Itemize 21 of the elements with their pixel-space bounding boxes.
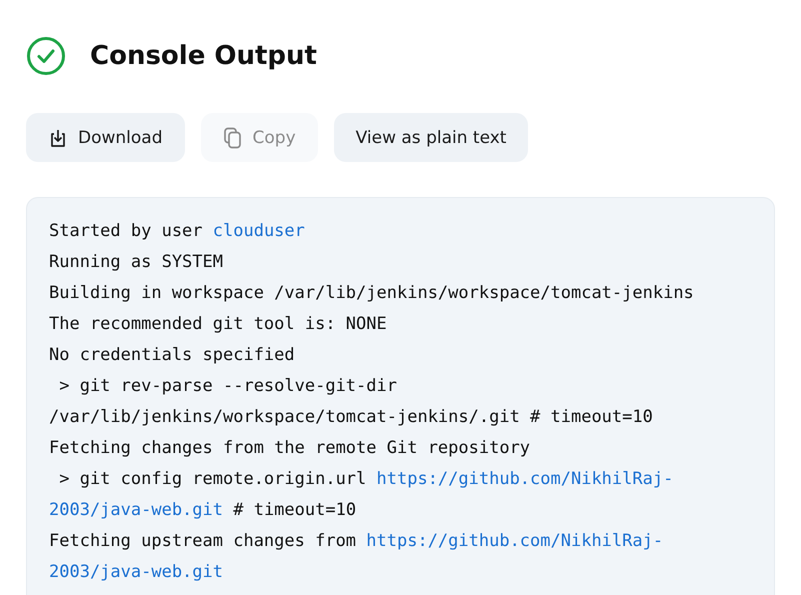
console-text: Fetching changes from the remote Git repository	[49, 438, 530, 458]
console-text: Started by user	[49, 221, 204, 241]
page-title: Console Output	[90, 41, 317, 71]
console-text: Running as SYSTEM	[49, 252, 223, 272]
download-icon	[48, 128, 68, 148]
console-text: > git rev-parse --resolve-git-dir	[58, 376, 397, 396]
console-text: > git config remote.origin.url	[58, 469, 368, 489]
console-text: Building in workspace /var/lib/jenkins/workspace/tomcat-jenkins	[49, 283, 694, 303]
console-text: /var/lib/jenkins/workspace/tomcat-jenkins/.git # timeout=10	[49, 407, 653, 427]
console-text: Fetching upstream changes from	[49, 531, 358, 551]
console-link[interactable]: 2003/java-web.git	[49, 562, 223, 582]
action-button[interactable]: Download	[26, 113, 185, 162]
console-text: No credentials specified	[49, 345, 295, 365]
copy-icon	[222, 126, 243, 148]
action-button[interactable]: View as plain text	[334, 113, 528, 162]
console-text: The recommended git tool is: NONE	[49, 314, 387, 334]
console-link[interactable]: 2003/java-web.git	[49, 500, 223, 520]
console-link[interactable]: clouduser	[212, 221, 305, 241]
console-link[interactable]: https://github.com/NikhilRaj-	[376, 469, 674, 489]
console-link[interactable]: https://github.com/NikhilRaj-	[366, 531, 664, 551]
console-text: # timeout=10	[232, 500, 356, 520]
